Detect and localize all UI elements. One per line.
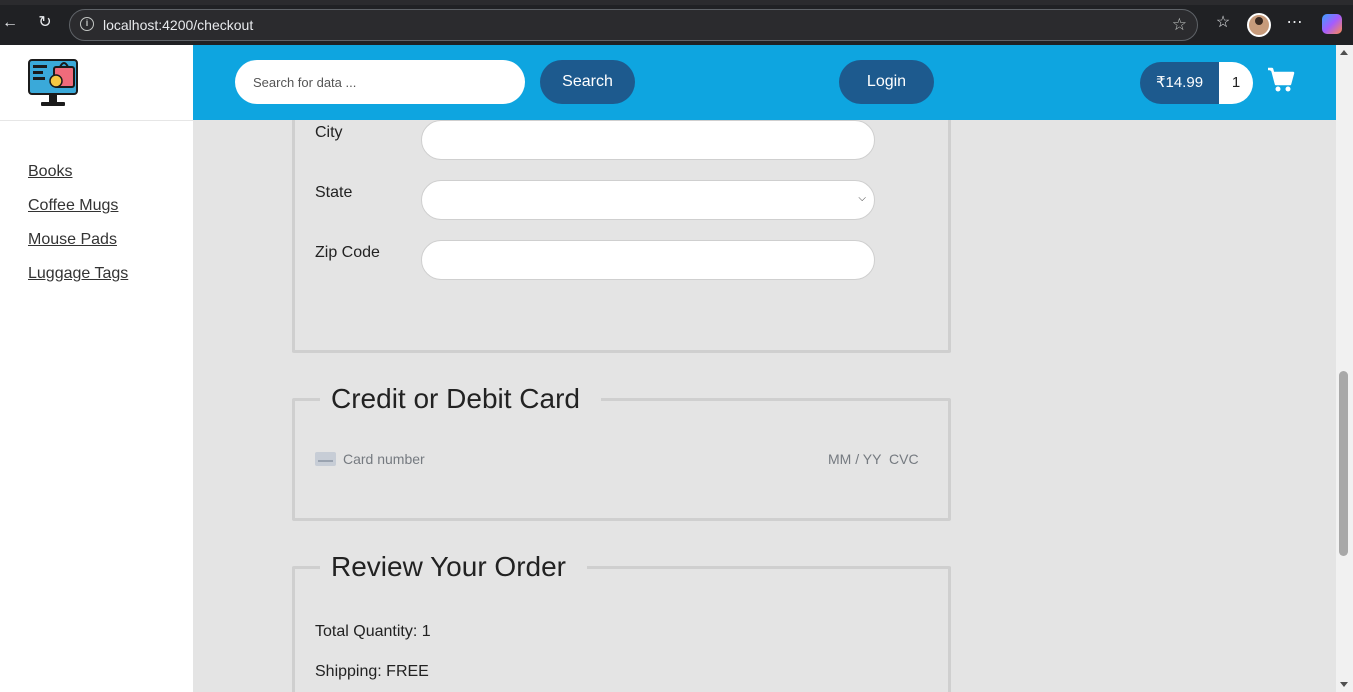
- search-input[interactable]: [235, 60, 525, 104]
- app-header: Search Login ₹14.99 1: [193, 45, 1336, 120]
- chevron-down-icon: ⌵: [858, 193, 866, 204]
- credit-card-icon: [315, 452, 336, 466]
- review-legend: Review Your Order: [320, 549, 588, 585]
- search-button[interactable]: Search: [540, 60, 635, 104]
- address-bar[interactable]: i localhost:4200/checkout ☆: [69, 9, 1198, 41]
- scroll-down-icon[interactable]: [1340, 682, 1348, 687]
- more-options-icon[interactable]: ⋯: [1285, 13, 1305, 33]
- bookmark-star-icon[interactable]: ☆: [1172, 15, 1187, 35]
- cart-quantity: 1: [1219, 62, 1253, 104]
- city-field[interactable]: [421, 120, 875, 160]
- tab-strip: [0, 0, 1353, 5]
- scroll-up-icon[interactable]: [1340, 50, 1348, 55]
- reload-icon[interactable]: ↻: [35, 13, 55, 33]
- shopping-cart-icon[interactable]: [1267, 67, 1295, 93]
- back-arrow-icon[interactable]: ←: [0, 13, 20, 33]
- sidebar-item-luggage-tags[interactable]: Luggage Tags: [28, 265, 128, 283]
- shipping-text: Shipping: FREE: [315, 663, 429, 680]
- city-label: City: [315, 124, 343, 141]
- profile-avatar[interactable]: [1247, 13, 1271, 37]
- state-label: State: [315, 184, 353, 201]
- sidebar: Books Coffee Mugs Mouse Pads Luggage Tag…: [0, 45, 193, 692]
- card-number-input[interactable]: Card number: [343, 451, 425, 467]
- zip-code-label: Zip Code: [315, 244, 380, 261]
- page-scrollbar[interactable]: [1336, 45, 1353, 692]
- sidebar-item-coffee-mugs[interactable]: Coffee Mugs: [28, 197, 118, 215]
- state-select[interactable]: ⌵: [421, 180, 875, 220]
- favorites-icon[interactable]: ☆: [1213, 13, 1233, 33]
- site-info-icon[interactable]: i: [80, 17, 94, 31]
- total-quantity-text: Total Quantity: 1: [315, 623, 431, 640]
- payment-legend: Credit or Debit Card: [320, 381, 601, 417]
- shop-logo-icon[interactable]: [28, 57, 78, 109]
- cart-total-price: ₹14.99: [1140, 62, 1219, 104]
- card-cvc-input[interactable]: CVC: [889, 451, 919, 467]
- browser-toolbar: ← ↻ i localhost:4200/checkout ☆ ☆ ⋯: [0, 0, 1353, 45]
- sidebar-item-mouse-pads[interactable]: Mouse Pads: [28, 231, 117, 249]
- card-expiry-input[interactable]: MM / YY: [828, 451, 881, 467]
- login-button[interactable]: Login: [839, 60, 934, 104]
- url-text: localhost:4200/checkout: [103, 17, 254, 33]
- zip-code-field[interactable]: [421, 240, 875, 280]
- cart-status[interactable]: ₹14.99 1: [1140, 62, 1253, 104]
- scrollbar-thumb[interactable]: [1339, 371, 1348, 556]
- sidebar-divider: [0, 120, 193, 121]
- sidebar-item-books[interactable]: Books: [28, 163, 72, 181]
- copilot-icon[interactable]: [1322, 14, 1342, 34]
